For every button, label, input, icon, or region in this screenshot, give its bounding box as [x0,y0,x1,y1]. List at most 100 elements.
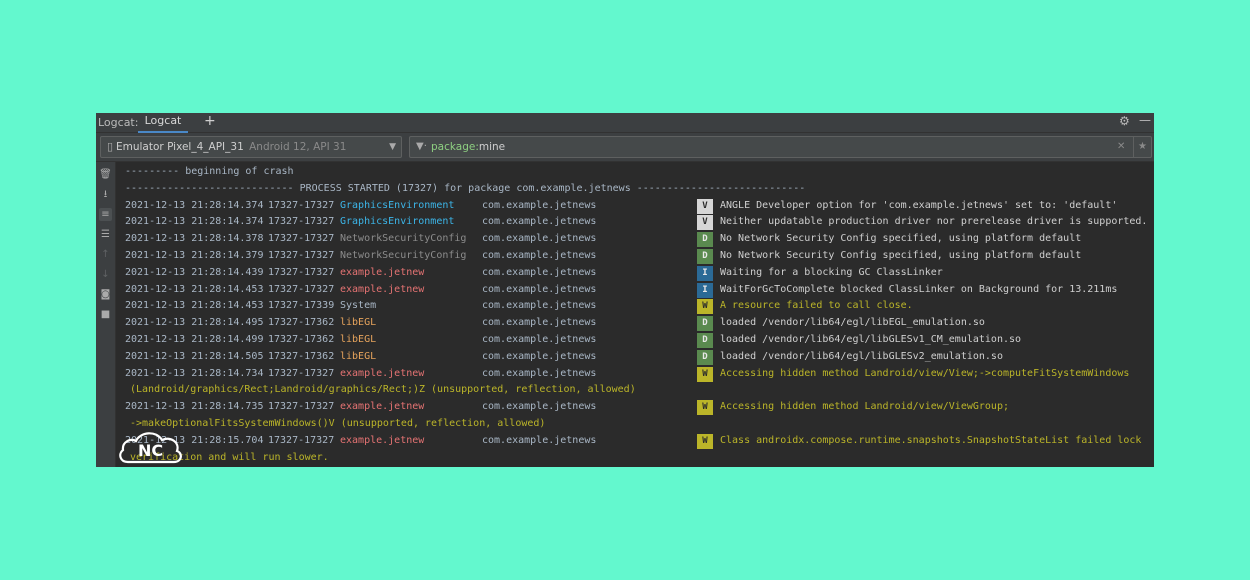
log-message: WaitForGcToComplete blocked ClassLinker … [720,283,1118,295]
log-pid: 17327-17362 [268,317,335,329]
log-tag: libEGL [340,334,377,345]
nc-cloud-logo: NC [119,432,182,464]
clear-icon[interactable]: ✕ [1117,137,1125,157]
log-level-badge: I [697,282,713,298]
log-datetime: 2021-12-13 21:28:14.379 [125,250,264,261]
sidebar: 🗑 ⭳ ≡ ☰ ↑ ↓ ◙ ■ [96,162,116,467]
log-message: No Network Security Config specified, us… [720,250,1082,261]
log-tag: example.jetnew [340,266,425,278]
log-message: loaded /vendor/lib64/egl/libEGL_emulatio… [720,317,985,329]
settings-icon[interactable]: ☰ [99,228,112,241]
log-row: 2021-12-13 21:28:14.439 17327-17327 exampl… [116,265,1154,282]
filter-icon: ▼· [416,141,427,152]
log-package: com.example.jetnews [482,216,597,228]
log-package: com.example.jetnews [482,199,597,211]
log-level-badge: D [697,349,713,365]
log-pid: 17327-17327 [268,434,335,446]
log-continuation: (Landroid/graphics/Rect;Landroid/graphic… [130,384,636,396]
log-pid: 17327-17327 [268,401,335,413]
star-icon[interactable]: ★ [1133,137,1147,157]
filter-key: package: [431,141,479,153]
log-datetime: 2021-12-13 21:28:14.495 [125,317,264,329]
logo-text: NC [138,441,163,460]
log-pid: 17327-17327 [268,283,335,295]
log-pid: 17327-17362 [268,350,335,362]
log-view: --------- beginning of crash -----------… [116,162,1154,467]
log-tag: GraphicsEnvironment [340,216,455,228]
minimize-icon[interactable]: — [1139,113,1151,127]
screenshot-icon[interactable]: ◙ [99,288,112,301]
log-datetime: 2021-12-13 21:28:14.453 [125,300,264,312]
scroll-to-end-icon[interactable]: ⭳ [99,188,112,201]
log-package: com.example.jetnews [482,350,597,362]
log-package: com.example.jetnews [482,434,597,446]
trash-icon[interactable]: 🗑 [99,168,112,181]
log-pid: 17327-17327 [268,250,335,261]
log-row: 2021-12-13 21:28:14.378 17327-17327 Networ… [116,231,1154,248]
log-message: Accessing hidden method Landroid/view/Vi… [720,401,1009,413]
log-datetime: 2021-12-13 21:28:14.374 [125,199,264,211]
crash-separator: --------- beginning of crash [125,166,294,177]
device-name: Emulator Pixel_4_API_31 [116,141,244,153]
log-tag: libEGL [340,350,377,362]
log-row: 2021-12-13 21:28:14.499 17327-17362 libEGL… [116,332,1154,349]
title-bar: Logcat: Logcat + ⚙ — [96,113,1154,133]
log-datetime: 2021-12-13 21:28:14.499 [125,334,264,345]
device-selector[interactable]: ▯ Emulator Pixel_4_API_31 Android 12, AP… [100,136,402,158]
log-level-badge: W [697,299,713,315]
log-pid: 17327-17327 [268,233,335,245]
log-pid: 17327-17362 [268,334,335,345]
log-level-badge: W [697,366,713,382]
log-message: A resource failed to call close. [720,300,913,312]
device-api: Android 12, API 31 [249,141,347,153]
log-datetime: 2021-12-13 21:28:14.439 [125,266,264,278]
down-icon[interactable]: ↓ [99,268,112,281]
log-package: com.example.jetnews [482,317,597,329]
panel-title: Logcat: [98,116,139,129]
log-message: ANGLE Developer option for 'com.example.… [720,199,1118,211]
log-package: com.example.jetnews [482,266,597,278]
screen-record-icon[interactable]: ■ [99,308,112,321]
log-package: com.example.jetnews [482,300,597,312]
log-pid: 17327-17327 [268,216,335,228]
log-pid: 17327-17327 [268,367,335,379]
log-message: Accessing hidden method Landroid/view/Vi… [720,367,1130,379]
log-datetime: 2021-12-13 21:28:14.453 [125,283,264,295]
log-level-badge: V [697,215,713,231]
filter-input[interactable]: ▼· package:mine ✕ ★ [409,136,1152,158]
log-message: loaded /vendor/lib64/egl/libGLESv1_CM_em… [720,334,1022,345]
log-package: com.example.jetnews [482,250,597,261]
log-tag: example.jetnew [340,401,425,413]
log-pid: 17327-17327 [268,199,335,211]
log-tag: GraphicsEnvironment [340,199,455,211]
log-continuation: ->makeOptionalFitsSystemWindows()V (unsu… [130,418,546,429]
log-level-badge: W [697,433,713,449]
phone-icon: ▯ [107,140,114,153]
tab-logcat[interactable]: Logcat [138,113,188,133]
log-tag: System [340,300,377,312]
gear-icon[interactable]: ⚙ [1119,114,1130,128]
log-level-badge: I [697,265,713,281]
process-separator: ---------------------------- PROCESS STA… [125,182,806,194]
log-row: 2021-12-13 21:28:14.379 17327-17327 Networ… [116,248,1154,265]
log-package: com.example.jetnews [482,401,597,413]
toolbar: ▯ Emulator Pixel_4_API_31 Android 12, AP… [96,133,1154,162]
log-level-badge: D [697,249,713,264]
log-pid: 17327-17339 [268,300,335,312]
log-row: 2021-12-13 21:28:14.453 17327-17339 System… [116,298,1154,315]
log-tag: NetworkSecurityConfig [340,250,467,261]
log-datetime: 2021-12-13 21:28:14.378 [125,233,264,245]
log-message: No Network Security Config specified, us… [720,233,1082,245]
log-row: 2021-12-13 21:28:14.734 17327-17327 exampl… [116,366,1154,383]
up-icon[interactable]: ↑ [99,248,112,261]
log-tag: example.jetnew [340,434,425,446]
log-level-badge: D [697,316,713,332]
log-tag: libEGL [340,317,377,329]
log-row: 2021-12-13 21:28:14.453 17327-17327 exampl… [116,282,1154,299]
log-datetime: 2021-12-13 21:28:14.505 [125,350,264,362]
add-tab-icon[interactable]: + [204,113,216,129]
log-row: 2021-12-13 21:28:14.505 17327-17362 libEGL… [116,349,1154,366]
log-datetime: 2021-12-13 21:28:14.374 [125,216,264,228]
soft-wrap-icon[interactable]: ≡ [99,208,112,221]
log-datetime: 2021-12-13 21:28:14.734 [125,367,264,379]
